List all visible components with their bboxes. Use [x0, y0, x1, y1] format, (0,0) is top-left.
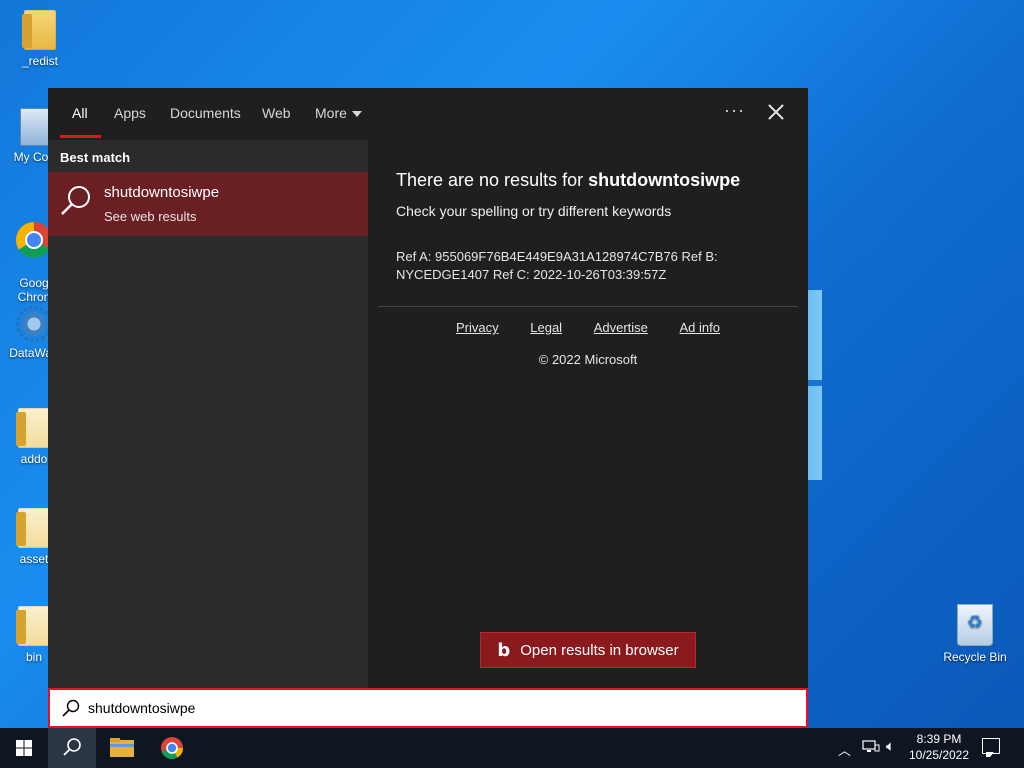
- search-panel: All Apps Documents Web More ··· Best mat…: [48, 88, 808, 688]
- bing-icon: b: [497, 639, 511, 661]
- search-input[interactable]: shutdowntosiwpe: [48, 688, 808, 728]
- search-input-value: shutdowntosiwpe: [88, 700, 196, 716]
- notification-icon[interactable]: [982, 738, 1000, 757]
- tab-apps[interactable]: Apps: [114, 105, 146, 121]
- desktop-icon-recycle-bin[interactable]: Recycle Bin: [937, 604, 1013, 664]
- preview-pane: There are no results for shutdowntosiwpe…: [368, 140, 808, 688]
- recycle-bin-icon: [957, 604, 993, 646]
- tab-more-label: More: [315, 105, 347, 121]
- ellipsis-icon[interactable]: ···: [724, 100, 745, 121]
- caret-down-icon: [351, 111, 362, 118]
- close-icon[interactable]: [766, 102, 786, 122]
- folder-icon: [16, 408, 50, 448]
- best-match-item[interactable]: shutdowntosiwpe See web results: [48, 172, 368, 236]
- footer-links: Privacy Legal Advertise Ad info: [368, 320, 808, 335]
- open-in-browser-button[interactable]: b Open results in browser: [480, 632, 696, 668]
- volume-icon[interactable]: 🔈︎: [886, 738, 895, 755]
- tab-documents[interactable]: Documents: [170, 105, 241, 121]
- active-tab-indicator: [60, 135, 101, 138]
- desktop-icon-label: Recycle Bin: [943, 650, 1007, 664]
- reference-ids: Ref A: 955069F76B4E449E9A31A128974C7B76 …: [396, 249, 718, 282]
- desktop-icon-redist[interactable]: _redist: [2, 10, 78, 68]
- clock-time: 8:39 PM: [916, 732, 962, 746]
- no-results-message: There are no results for shutdowntosiwpe: [396, 170, 740, 191]
- legal-link[interactable]: Legal: [530, 320, 562, 335]
- privacy-link[interactable]: Privacy: [456, 320, 499, 335]
- tab-more[interactable]: More: [315, 105, 362, 121]
- folder-icon: [22, 10, 56, 50]
- taskbar: ︿ 🔈︎ 8:39 PM 10/25/2022: [0, 728, 1024, 768]
- no-results-prefix: There are no results for: [396, 170, 584, 190]
- chevron-up-icon[interactable]: ︿: [838, 740, 851, 759]
- chrome-icon: [16, 222, 52, 258]
- gear-icon: [16, 306, 52, 342]
- divider: [378, 306, 798, 307]
- open-in-browser-label: Open results in browser: [520, 641, 679, 659]
- tab-all[interactable]: All: [72, 105, 88, 121]
- desktop-icon-label: _redist: [21, 54, 59, 68]
- no-results-query: shutdowntosiwpe: [588, 170, 741, 190]
- best-match-title: shutdowntosiwpe: [104, 184, 220, 201]
- search-icon: [61, 186, 90, 215]
- copyright-text: © 2022 Microsoft: [538, 352, 638, 367]
- windows-start-icon[interactable]: [0, 728, 48, 768]
- clock-date: 10/25/2022: [908, 748, 970, 762]
- ad-info-link[interactable]: Ad info: [680, 320, 720, 335]
- search-icon: [62, 699, 80, 717]
- advertise-link[interactable]: Advertise: [594, 320, 648, 335]
- taskbar-search-icon[interactable]: [48, 728, 96, 768]
- tab-web[interactable]: Web: [262, 105, 291, 121]
- clock[interactable]: 8:39 PM 10/25/2022: [906, 731, 972, 763]
- chrome-icon[interactable]: [148, 728, 196, 768]
- folder-icon: [16, 508, 50, 548]
- spelling-hint: Check your spelling or try different key…: [396, 203, 672, 219]
- network-icon[interactable]: [862, 740, 880, 754]
- best-match-subtitle: See web results: [104, 209, 197, 224]
- best-match-heading: Best match: [60, 150, 131, 165]
- file-explorer-icon[interactable]: [98, 728, 146, 768]
- folder-icon: [16, 606, 50, 646]
- results-list: Best match shutdowntosiwpe See web resul…: [48, 140, 368, 688]
- search-tabs-bar: All Apps Documents Web More ···: [48, 88, 808, 140]
